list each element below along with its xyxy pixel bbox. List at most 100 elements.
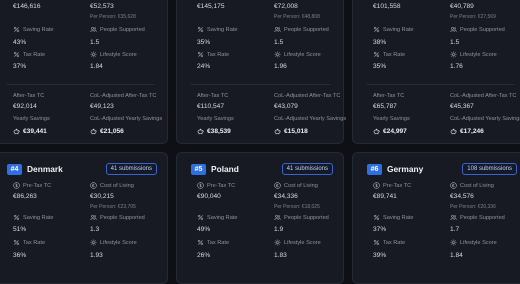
after-tax-tc-value: €110,547 [197,103,225,110]
tax-rate-value: 39% [373,252,387,259]
people-icon [90,26,97,33]
saving-rate-value: 51% [13,226,27,233]
euro-circle-icon [450,182,457,189]
col-adjusted-after-tax-value: €43,079 [274,103,298,110]
lifestyle-score-value: 1.93 [90,252,103,259]
saving-rate-label: Saving Rate [23,215,54,221]
rank-badge: #5 [191,164,206,175]
cost-of-living-value: €30,215 [90,193,114,200]
lifestyle-score-value: 1.84 [450,252,463,259]
col-adjusted-yearly-savings-label: CoL-Adjusted Yearly Savings [274,116,347,122]
percent-icon [373,214,380,221]
percent-icon [197,26,204,33]
divider [367,84,515,85]
col-adjusted-after-tax-label: CoL-Adjusted After-Tax TC [90,93,157,99]
saving-rate-label: Saving Rate [207,215,238,221]
cost-per-person: Per Person: €20,336 [450,204,496,210]
lifestyle-score-label: Lifestyle Score [100,240,137,246]
people-icon [274,214,281,221]
cost-of-living-value: €34,576 [450,193,474,200]
piggy-bank-icon [13,128,20,135]
percent-icon [197,51,204,58]
lifestyle-score-value: 1.76 [450,63,463,70]
pre-tax-tc-value: €145,175 [197,3,225,10]
cost-of-living-label: Cost of Living [284,183,318,189]
percent-icon [13,26,20,33]
cost-per-person: Per Person: €35,628 [90,14,136,20]
pre-tax-tc-label: Pre-Tax TC [207,183,236,189]
piggy-bank-icon [373,128,380,135]
country-card[interactable]: €101,558 €40,789 Per Person: €27,569 Saving… [352,0,520,144]
country-card[interactable]: #4 Denmark 41 submissions Pre-Tax TC Cost of… [0,152,168,284]
after-tax-tc-value: €65,787 [373,103,397,110]
dollar-circle-icon [197,182,204,189]
country-name: Poland [211,164,239,174]
country-card[interactable]: €145,175 €72,008 Per Person: €48,808 Saving… [176,0,347,144]
submissions-badge[interactable]: 108 submissions [462,163,517,175]
saving-rate-value: 49% [197,226,211,233]
people-supported-value: 1.3 [90,226,100,233]
saving-rate-label: Saving Rate [383,27,414,33]
pre-tax-tc-label: Pre-Tax TC [23,183,52,189]
people-supported-label: People Supported [100,27,145,33]
people-supported-value: 1.5 [274,39,284,46]
gear-icon [90,51,97,58]
percent-icon [373,239,380,246]
lifestyle-score-value: 1.83 [274,252,287,259]
lifestyle-score-label: Lifestyle Score [284,240,321,246]
submissions-badge[interactable]: 41 submissions [281,163,333,175]
saving-rate-value: 38% [373,39,387,46]
gear-icon [450,239,457,246]
col-adjusted-after-tax-label: CoL-Adjusted After-Tax TC [450,93,517,99]
col-adjusted-yearly-savings-value: €15,018 [284,128,308,135]
gear-icon [274,51,281,58]
tax-rate-label: Tax Rate [23,52,46,58]
yearly-savings-label: Yearly Savings [13,116,50,122]
submissions-badge[interactable]: 41 submissions [105,163,157,175]
people-icon [450,214,457,221]
lifestyle-score-label: Lifestyle Score [100,52,137,58]
tax-rate-label: Tax Rate [207,52,230,58]
lifestyle-score-value: 1.96 [274,63,287,70]
country-card[interactable]: €146,616 €52,573 Per Person: €35,628 Saving… [0,0,168,144]
pre-tax-tc-value: €101,558 [373,3,401,10]
yearly-savings-value: €39,441 [23,128,47,135]
lifestyle-score-label: Lifestyle Score [460,240,497,246]
people-supported-label: People Supported [460,215,505,221]
tax-rate-label: Tax Rate [383,52,406,58]
people-icon [90,214,97,221]
euro-circle-icon [90,182,97,189]
cost-per-person: Per Person: €48,808 [274,14,320,20]
rank-badge: #4 [7,164,22,175]
people-icon [450,26,457,33]
lifestyle-score-value: 1.84 [90,63,103,70]
cost-of-living-value: €40,789 [450,3,474,10]
tax-rate-value: 26% [197,252,211,259]
tax-rate-value: 35% [373,63,387,70]
tax-rate-label: Tax Rate [23,240,46,246]
cost-of-living-value: €34,336 [274,193,298,200]
percent-icon [197,214,204,221]
cost-per-person: Per Person: €18,025 [274,204,320,210]
after-tax-tc-label: After-Tax TC [373,93,405,99]
percent-icon [373,26,380,33]
tax-rate-label: Tax Rate [207,240,230,246]
divider [191,84,331,85]
piggy-bank-icon [274,128,281,135]
country-card[interactable]: #6 Germany 108 submissions Pre-Tax TC Cost o… [352,152,520,284]
tax-rate-value: 37% [13,63,27,70]
pre-tax-tc-value: €86,263 [13,193,37,200]
yearly-savings-value: €38,539 [207,128,231,135]
yearly-savings-label: Yearly Savings [197,116,234,122]
people-supported-value: 1.7 [450,226,460,233]
yearly-savings-value: €24,997 [383,128,407,135]
divider [7,84,155,85]
country-card[interactable]: #5 Poland 41 submissions Pre-Tax TC Cost of … [176,152,344,284]
saving-rate-value: 43% [13,39,27,46]
people-supported-value: 1.9 [274,226,284,233]
euro-circle-icon [274,182,281,189]
col-adjusted-yearly-savings-value: €17,246 [460,128,484,135]
col-adjusted-yearly-savings-label: CoL-Adjusted Yearly Savings [450,116,520,122]
dollar-circle-icon [373,182,380,189]
gear-icon [450,51,457,58]
